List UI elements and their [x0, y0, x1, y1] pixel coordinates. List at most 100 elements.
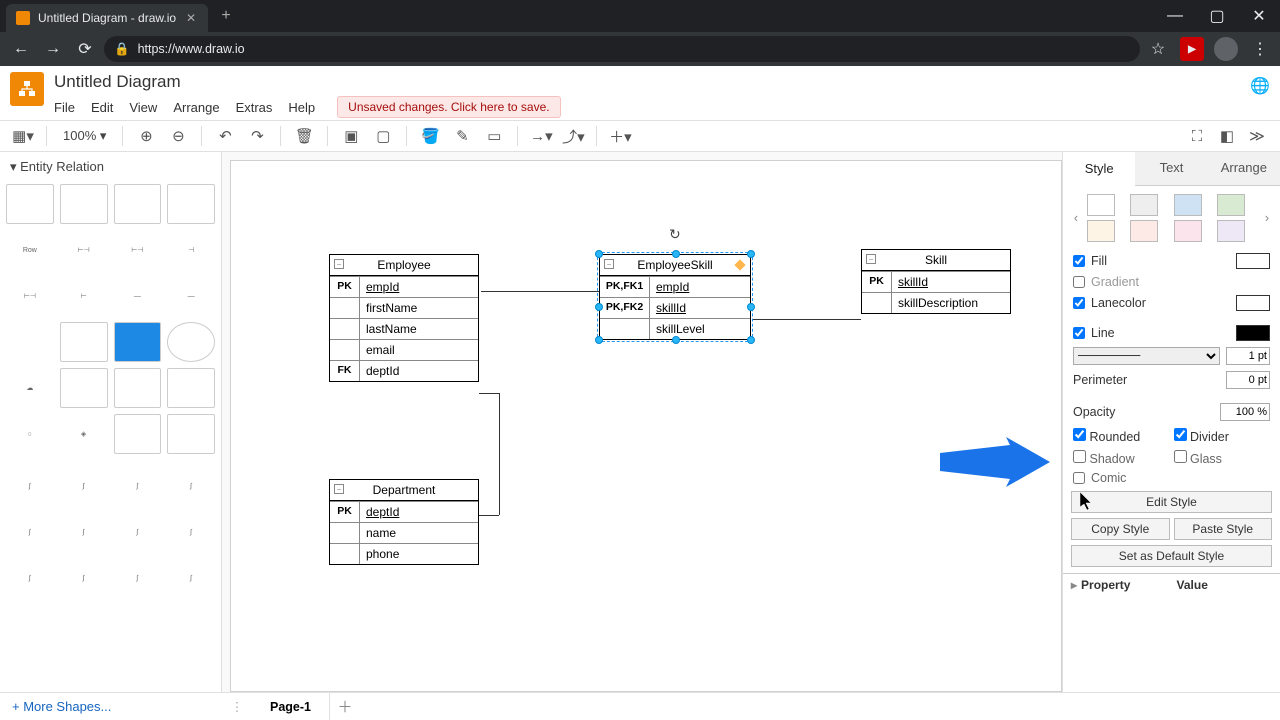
- view-mode-button[interactable]: ▦▾: [10, 124, 36, 148]
- shape-thumb[interactable]: ∫: [60, 466, 108, 506]
- lanecolor-swatch[interactable]: [1236, 295, 1270, 311]
- menu-file[interactable]: File: [54, 100, 75, 115]
- entity-skill[interactable]: −Skill PKskillId skillDescription: [861, 249, 1011, 314]
- selection-handle[interactable]: [595, 303, 603, 311]
- shape-thumb[interactable]: [167, 414, 215, 454]
- line-color-button[interactable]: ✎: [449, 124, 475, 148]
- zoom-out-icon[interactable]: ⊖: [165, 124, 191, 148]
- collapse-icon[interactable]: ≫: [1244, 124, 1270, 148]
- new-tab-button[interactable]: +: [214, 4, 238, 28]
- shape-thumb[interactable]: ⊢: [60, 276, 108, 316]
- close-tab-icon[interactable]: ✕: [184, 11, 198, 25]
- line-checkbox[interactable]: [1073, 327, 1085, 339]
- entity-employeeskill[interactable]: −EmployeeSkill PK,FK1empId PK,FK2skillId…: [599, 254, 751, 340]
- shape-thumb[interactable]: ∫: [114, 558, 162, 598]
- shape-thumb[interactable]: [6, 184, 54, 224]
- shape-thumb[interactable]: [167, 368, 215, 408]
- shape-thumb[interactable]: [114, 368, 162, 408]
- tab-text[interactable]: Text: [1135, 152, 1207, 185]
- document-title[interactable]: Untitled Diagram: [54, 72, 1240, 92]
- close-window-button[interactable]: ✕: [1238, 2, 1280, 30]
- fullscreen-icon[interactable]: ⛶: [1184, 124, 1210, 148]
- selection-handle[interactable]: [595, 336, 603, 344]
- collapse-icon[interactable]: −: [866, 254, 876, 264]
- line-style-select[interactable]: ────────: [1073, 347, 1220, 365]
- youtube-icon[interactable]: ▶: [1180, 37, 1204, 61]
- shape-thumb[interactable]: ⊢⊣: [114, 230, 162, 270]
- shadow-button[interactable]: ▭: [481, 124, 507, 148]
- add-page-button[interactable]: ＋: [330, 696, 360, 717]
- connector[interactable]: [499, 393, 500, 515]
- address-bar[interactable]: 🔒 https://www.draw.io: [104, 36, 1140, 62]
- menu-extras[interactable]: Extras: [236, 100, 273, 115]
- perimeter-input[interactable]: [1226, 371, 1270, 389]
- shape-thumb[interactable]: ∫: [167, 512, 215, 552]
- shape-thumb[interactable]: ∫: [167, 466, 215, 506]
- glass-checkbox[interactable]: [1174, 450, 1187, 463]
- color-swatch[interactable]: [1217, 194, 1245, 216]
- zoom-dropdown[interactable]: 100% ▾: [57, 128, 112, 144]
- expand-icon[interactable]: ▸: [1071, 578, 1077, 592]
- shape-thumb[interactable]: ◈: [60, 414, 108, 454]
- star-icon[interactable]: ☆: [1146, 37, 1170, 61]
- fill-color-button[interactable]: 🪣: [417, 124, 443, 148]
- more-shapes-button[interactable]: + More Shapes...: [0, 692, 222, 720]
- menu-view[interactable]: View: [129, 100, 157, 115]
- collapse-icon[interactable]: −: [604, 259, 614, 269]
- connector[interactable]: [753, 319, 861, 320]
- shape-thumb[interactable]: —: [114, 276, 162, 316]
- back-button[interactable]: ←: [8, 36, 34, 62]
- shape-thumb[interactable]: ⊣: [167, 230, 215, 270]
- profile-avatar[interactable]: [1214, 37, 1238, 61]
- shape-thumb[interactable]: [114, 322, 162, 362]
- swatches-next[interactable]: ›: [1260, 211, 1274, 225]
- insert-button[interactable]: ＋▾: [607, 124, 633, 148]
- shape-thumb[interactable]: [114, 184, 162, 224]
- shape-thumb[interactable]: ∫: [60, 512, 108, 552]
- opacity-input[interactable]: [1220, 403, 1270, 421]
- connector[interactable]: [479, 515, 499, 516]
- forward-button[interactable]: →: [40, 36, 66, 62]
- line-width-input[interactable]: [1226, 347, 1270, 365]
- comic-checkbox[interactable]: [1073, 472, 1085, 484]
- shape-thumb[interactable]: ⊢⊣: [60, 230, 108, 270]
- maximize-button[interactable]: ▢: [1196, 2, 1238, 30]
- language-icon[interactable]: 🌐: [1250, 76, 1270, 96]
- shadow-checkbox[interactable]: [1073, 450, 1086, 463]
- undo-button[interactable]: ↶: [212, 124, 238, 148]
- collapse-icon[interactable]: −: [334, 259, 344, 269]
- color-swatch[interactable]: [1087, 194, 1115, 216]
- selection-handle[interactable]: [747, 303, 755, 311]
- selection-handle[interactable]: [595, 250, 603, 258]
- menu-arrange[interactable]: Arrange: [173, 100, 219, 115]
- shape-thumb[interactable]: ⊢⊣: [6, 276, 54, 316]
- swatches-prev[interactable]: ‹: [1069, 211, 1083, 225]
- shape-thumb[interactable]: [167, 184, 215, 224]
- divider-checkbox[interactable]: [1174, 428, 1187, 441]
- menu-icon[interactable]: ⋮: [1248, 37, 1272, 61]
- shape-thumb[interactable]: ∫: [6, 558, 54, 598]
- copy-style-button[interactable]: Copy Style: [1071, 518, 1170, 540]
- color-swatch[interactable]: [1174, 194, 1202, 216]
- tab-arrange[interactable]: Arrange: [1208, 152, 1280, 185]
- shape-thumb[interactable]: ∫: [114, 466, 162, 506]
- shape-thumb[interactable]: ∫: [60, 558, 108, 598]
- gradient-checkbox[interactable]: [1073, 276, 1085, 288]
- reload-button[interactable]: ⟳: [72, 36, 98, 62]
- page-tab[interactable]: Page-1: [252, 693, 330, 720]
- fill-checkbox[interactable]: [1073, 255, 1085, 267]
- fill-color[interactable]: [1236, 253, 1270, 269]
- shape-thumb[interactable]: [60, 322, 108, 362]
- shape-thumb[interactable]: ∫: [6, 512, 54, 552]
- shape-row-label[interactable]: Row: [6, 230, 54, 270]
- waypoint-button[interactable]: ⤴▾: [560, 124, 586, 148]
- color-swatch[interactable]: [1087, 220, 1115, 242]
- rounded-checkbox[interactable]: [1073, 428, 1086, 441]
- browser-tab[interactable]: Untitled Diagram - draw.io ✕: [6, 4, 208, 32]
- entity-department[interactable]: −Department PKdeptId name phone: [329, 479, 479, 565]
- lanecolor-checkbox[interactable]: [1073, 297, 1085, 309]
- set-default-style-button[interactable]: Set as Default Style: [1071, 545, 1272, 567]
- menu-edit[interactable]: Edit: [91, 100, 113, 115]
- selection-handle[interactable]: [747, 250, 755, 258]
- to-front-button[interactable]: ▣: [338, 124, 364, 148]
